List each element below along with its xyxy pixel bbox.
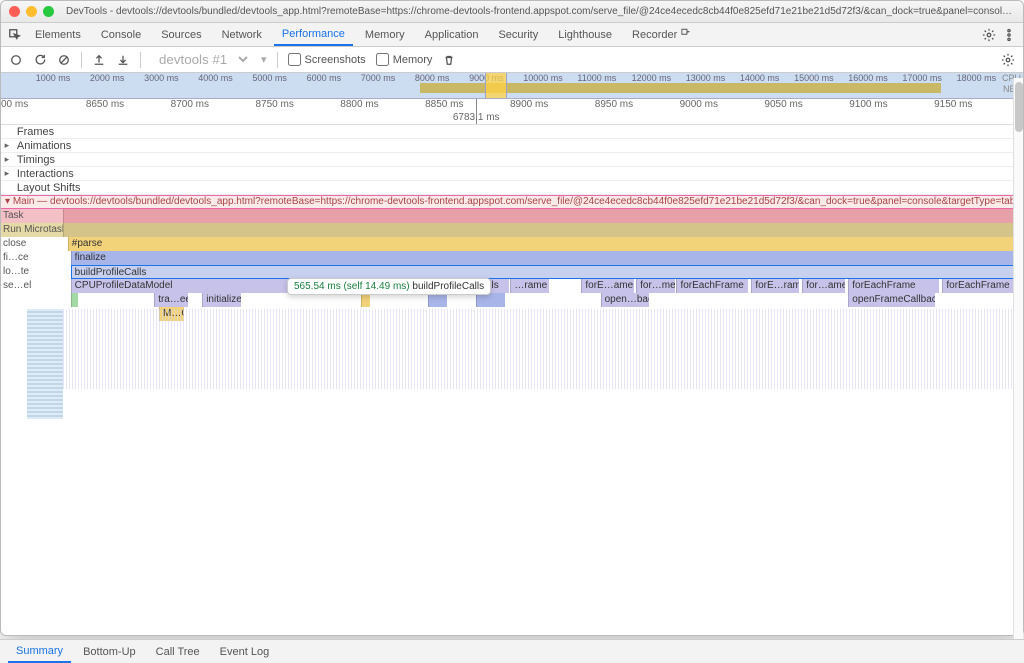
main-thread-header[interactable]: ▾ Main — devtools://devtools/bundled/dev… xyxy=(1,195,1023,209)
flame-bar-microtasks[interactable] xyxy=(63,223,1023,237)
flame-bar-finalize[interactable]: finalize xyxy=(71,251,1023,265)
flame-bar-foreame[interactable]: forE…ame xyxy=(581,279,634,293)
flame-label-lote: lo…te xyxy=(1,265,63,279)
flame-bar-buildprofilecalls-selected[interactable]: buildProfileCalls xyxy=(71,265,1023,279)
perf-controls: devtools #1 ▾ Screenshots Memory xyxy=(1,47,1023,73)
close-window-icon[interactable] xyxy=(9,6,20,17)
track-animations[interactable]: ▸Animations xyxy=(1,139,1023,153)
flame-fine-stripes xyxy=(63,309,1023,389)
inspect-icon[interactable] xyxy=(7,27,23,43)
flame-bar-initialize[interactable]: initialize xyxy=(202,293,240,307)
window-titlebar: DevTools - devtools://devtools/bundled/d… xyxy=(1,1,1023,23)
screenshots-checkbox[interactable]: Screenshots xyxy=(288,53,366,66)
record-icon[interactable] xyxy=(9,53,23,67)
flame-label-microtasks: Run Microtasks xyxy=(1,223,63,237)
flame-bar-cpuprofile[interactable]: CPUProfileDataModel xyxy=(71,279,321,293)
tab-performance[interactable]: Performance xyxy=(274,24,353,46)
recording-select[interactable]: devtools #1 xyxy=(151,49,251,70)
tab-recorder[interactable]: Recorder xyxy=(624,24,698,45)
perf-settings-icon[interactable] xyxy=(1001,53,1015,67)
reload-icon[interactable] xyxy=(33,53,47,67)
tab-console[interactable]: Console xyxy=(93,25,149,45)
flame-bar-forme[interactable]: for…me xyxy=(636,279,674,293)
settings-icon[interactable] xyxy=(981,27,997,43)
flame-tooltip: 565.54 ms (self 14.49 ms) buildProfileCa… xyxy=(287,278,491,295)
tab-lighthouse[interactable]: Lighthouse xyxy=(550,25,620,45)
devtools-window: DevTools - devtools://devtools/bundled/d… xyxy=(0,0,1024,636)
flame-bar-traee[interactable]: tra…ee xyxy=(154,293,188,307)
vertical-scrollbar[interactable] xyxy=(1013,78,1023,636)
scrollbar-thumb[interactable] xyxy=(1015,82,1023,132)
track-interactions[interactable]: ▸Interactions xyxy=(1,167,1023,181)
track-frames[interactable]: Frames xyxy=(1,125,1023,139)
flame-label-task: Task xyxy=(1,209,63,223)
flame-label-fice: fi…ce xyxy=(1,251,63,265)
download-icon[interactable] xyxy=(116,53,130,67)
track-timings[interactable]: ▸Timings xyxy=(1,153,1023,167)
flame-bar-b2[interactable] xyxy=(428,293,447,307)
upload-icon[interactable] xyxy=(92,53,106,67)
flame-bar-task[interactable] xyxy=(63,209,1023,223)
flame-bar-foreachframe2[interactable]: forEachFrame xyxy=(848,279,939,293)
flame-bar-b3[interactable] xyxy=(476,293,505,307)
minimize-window-icon[interactable] xyxy=(26,6,37,17)
track-layout-shifts[interactable]: Layout Shifts xyxy=(1,181,1023,195)
window-title: DevTools - devtools://devtools/bundled/d… xyxy=(66,6,1015,17)
tab-security[interactable]: Security xyxy=(490,25,546,45)
flame-chart[interactable]: Task Run Microtasks close #parse fi…ce f… xyxy=(1,209,1023,569)
trash-icon[interactable] xyxy=(442,53,456,67)
tracks-list: Frames ▸Animations ▸Timings ▸Interaction… xyxy=(1,125,1023,195)
overview-selection[interactable] xyxy=(485,73,506,98)
tab-elements[interactable]: Elements xyxy=(27,25,89,45)
flame-bar-forerame[interactable]: forE…rame xyxy=(751,279,799,293)
flame-bar-parse[interactable]: #parse xyxy=(68,237,1023,251)
flame-bar-green-tiny[interactable] xyxy=(71,293,78,307)
devtools-toolbar: Elements Console Sources Network Perform… xyxy=(1,23,1023,47)
time-marker-label: 6783.1 ms xyxy=(453,112,500,123)
flame-bar-y2[interactable] xyxy=(361,293,371,307)
clear-icon[interactable] xyxy=(57,53,71,67)
flame-bar-rame[interactable]: …rame xyxy=(510,279,548,293)
memory-checkbox[interactable]: Memory xyxy=(376,53,433,66)
maximize-window-icon[interactable] xyxy=(43,6,54,17)
flame-bar-foreachframe3[interactable]: forEachFrame xyxy=(942,279,1019,293)
more-icon[interactable] xyxy=(1001,27,1017,43)
detail-ruler[interactable]: 00 ms 8650 ms 8700 ms 8750 ms 8800 ms 88… xyxy=(1,99,1023,125)
tab-application[interactable]: Application xyxy=(417,25,487,45)
tab-sources[interactable]: Sources xyxy=(153,25,209,45)
tab-memory[interactable]: Memory xyxy=(357,25,413,45)
flame-bar-forame[interactable]: for…ame xyxy=(802,279,845,293)
flame-marker-line xyxy=(476,209,477,569)
flame-bar-openframecallback[interactable]: openFrameCallback xyxy=(848,293,934,307)
overview-timeline[interactable]: 1000 ms 2000 ms 3000 ms 4000 ms 5000 ms … xyxy=(1,73,1023,99)
flame-bar-openback[interactable]: open…back xyxy=(601,293,649,307)
flame-label-close: close xyxy=(1,237,63,251)
flame-left-stripes xyxy=(27,309,63,419)
flame-bar-foreachframe[interactable]: forEachFrame xyxy=(676,279,748,293)
tab-network[interactable]: Network xyxy=(214,25,270,45)
flame-label-seel: se…el xyxy=(1,279,63,293)
